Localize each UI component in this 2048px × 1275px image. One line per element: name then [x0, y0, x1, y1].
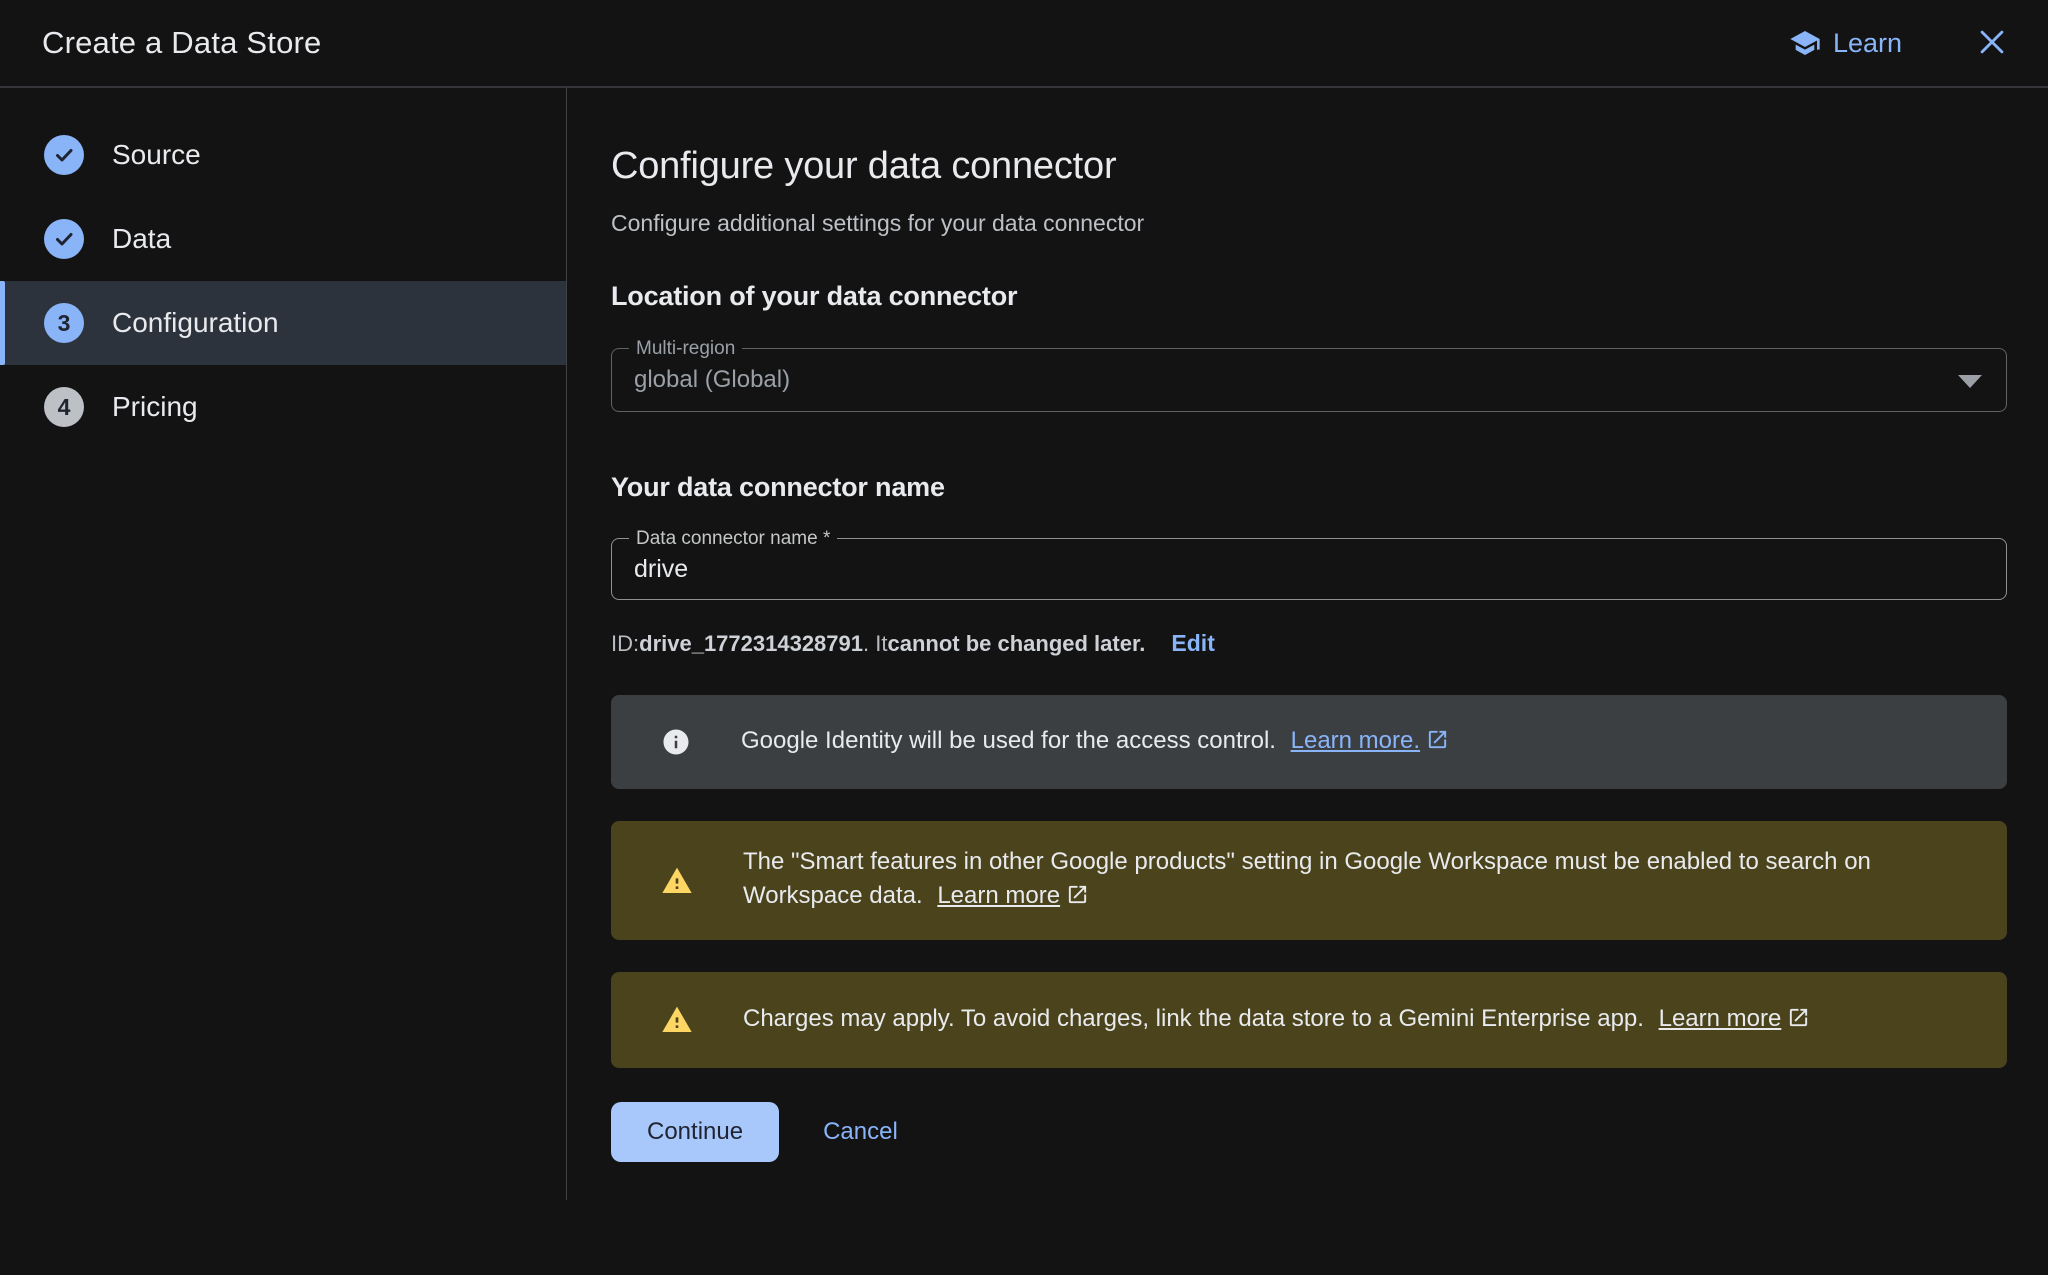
- open-in-new-icon[interactable]: [1787, 1005, 1810, 1039]
- step-source[interactable]: Source: [0, 113, 566, 197]
- id-middle: . It: [863, 631, 887, 657]
- learn-label: Learn: [1833, 28, 1902, 59]
- step-data[interactable]: Data: [0, 197, 566, 281]
- charges-learn-more-link[interactable]: Learn more: [1659, 1005, 1782, 1032]
- cancel-button[interactable]: Cancel: [823, 1118, 898, 1146]
- open-in-new-icon[interactable]: [1426, 727, 1449, 761]
- charges-warning-banner: Charges may apply. To avoid charges, lin…: [611, 972, 2007, 1068]
- info-icon: [661, 727, 691, 757]
- info-learn-more-link[interactable]: Learn more.: [1291, 727, 1420, 754]
- learn-button[interactable]: Learn: [1789, 27, 1902, 59]
- multi-region-label: Multi-region: [629, 338, 742, 360]
- connector-name-label: Data connector name *: [629, 528, 837, 550]
- warning-icon: [661, 865, 693, 897]
- main-content: Configure your data connector Configure …: [567, 88, 2048, 1275]
- location-section-heading: Location of your data connector: [611, 281, 2008, 312]
- graduation-cap-icon: [1789, 27, 1821, 59]
- id-note: cannot be changed later.: [887, 631, 1145, 657]
- step-label: Pricing: [112, 391, 198, 423]
- name-section-heading: Your data connector name: [611, 472, 2008, 503]
- id-value: drive_1772314328791: [639, 631, 863, 657]
- step-label: Configuration: [112, 307, 279, 339]
- connector-id-line: ID: drive_1772314328791 . It cannot be c…: [611, 630, 2008, 657]
- step-done-check-icon: [44, 219, 84, 259]
- dialog-header: Create a Data Store Learn: [0, 0, 2048, 88]
- step-pricing[interactable]: 4 Pricing: [0, 365, 566, 449]
- step-done-check-icon: [44, 135, 84, 175]
- warning-icon: [661, 1004, 693, 1036]
- multi-region-value: global (Global): [612, 349, 2006, 411]
- dropdown-arrow-icon: [1958, 375, 1982, 388]
- dialog-title: Create a Data Store: [42, 25, 322, 61]
- step-label: Data: [112, 223, 171, 255]
- step-number-badge: 4: [44, 387, 84, 427]
- smart-features-warning-banner: The "Smart features in other Google prod…: [611, 821, 2007, 940]
- stepper-sidebar: Source Data 3 Configuration 4 Pricing: [0, 88, 567, 1200]
- page-subtitle: Configure additional settings for your d…: [611, 210, 2008, 237]
- warning-text: The "Smart features in other Google prod…: [743, 848, 1871, 909]
- edit-id-link[interactable]: Edit: [1171, 630, 1214, 657]
- active-step-bar: [0, 281, 5, 365]
- continue-button[interactable]: Continue: [611, 1102, 779, 1162]
- id-prefix: ID:: [611, 631, 639, 657]
- close-button[interactable]: [1972, 23, 2012, 63]
- workspace-learn-more-link[interactable]: Learn more: [937, 882, 1060, 909]
- info-banner-text: Google Identity will be used for the acc…: [741, 724, 1449, 761]
- open-in-new-icon[interactable]: [1066, 882, 1089, 916]
- close-icon: [1975, 25, 2009, 62]
- step-label: Source: [112, 139, 201, 171]
- create-data-store-dialog: Create a Data Store Learn Source: [0, 0, 2048, 1275]
- multi-region-select[interactable]: Multi-region global (Global): [611, 348, 2007, 412]
- step-number-badge: 3: [44, 303, 84, 343]
- connector-name-field: Data connector name *: [611, 538, 2007, 600]
- page-title: Configure your data connector: [611, 145, 2008, 188]
- dialog-body: Source Data 3 Configuration 4 Pricing: [0, 88, 2048, 1275]
- step-configuration[interactable]: 3 Configuration: [0, 281, 566, 365]
- action-buttons: Continue Cancel: [611, 1102, 2008, 1162]
- info-banner: Google Identity will be used for the acc…: [611, 695, 2007, 789]
- smart-features-warning-text: The "Smart features in other Google prod…: [743, 845, 1977, 916]
- charges-warning-text: Charges may apply. To avoid charges, lin…: [743, 1002, 1810, 1039]
- warning-text: Charges may apply. To avoid charges, lin…: [743, 1005, 1644, 1032]
- info-text: Google Identity will be used for the acc…: [741, 727, 1276, 754]
